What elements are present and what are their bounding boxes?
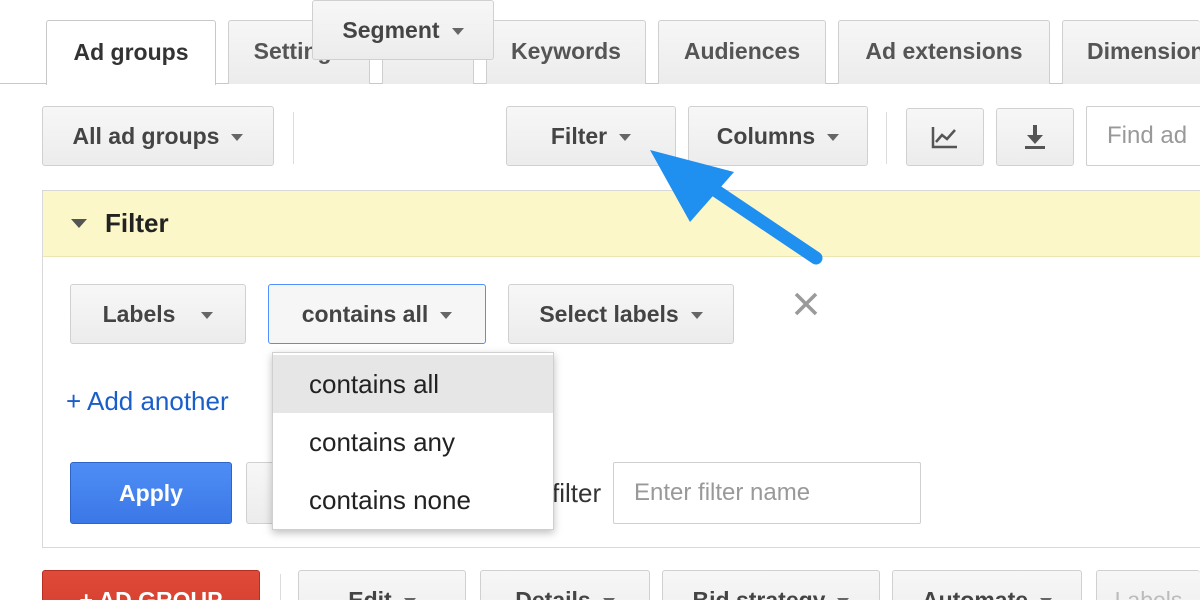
chevron-down-icon [619, 133, 632, 141]
chevron-down-icon [201, 311, 214, 319]
chevron-down-icon [451, 27, 464, 35]
select-labels-dropdown[interactable]: Select labels [508, 284, 734, 344]
save-filter-label: filter [552, 478, 602, 508]
automate-label: Automate [921, 586, 1029, 600]
filter-dropdown[interactable]: Filter [506, 106, 676, 166]
chevron-down-icon [440, 311, 453, 319]
add-ad-group-button[interactable]: + AD GROUP [42, 570, 260, 600]
filter-field-label: Labels [102, 300, 176, 327]
chevron-down-icon [690, 311, 703, 319]
filter-name-input[interactable]: Enter filter name [613, 462, 921, 524]
close-icon[interactable] [792, 290, 820, 318]
add-ad-group-label: + AD GROUP [79, 586, 223, 600]
details-label: Details [515, 586, 591, 600]
tab-dimensions[interactable]: Dimension [1062, 20, 1200, 84]
menu-item-contains-none[interactable]: contains none [273, 471, 553, 529]
search-input[interactable]: Find ad [1086, 106, 1200, 166]
details-dropdown[interactable]: Details [480, 570, 650, 600]
chevron-down-icon [231, 133, 244, 141]
segment-label: Segment [342, 16, 440, 43]
tab-ad-extensions[interactable]: Ad extensions [838, 20, 1050, 84]
edit-dropdown[interactable]: Edit [298, 570, 466, 600]
menu-item-contains-any[interactable]: contains any [273, 413, 553, 471]
filter-label: Filter [550, 122, 608, 149]
select-labels-label: Select labels [539, 300, 679, 327]
tab-bar: Ad groups Settings Ads Keywords Audience… [0, 0, 1200, 85]
filter-operator-dropdown[interactable]: contains all [268, 284, 486, 344]
line-chart-icon [931, 127, 957, 149]
collapse-triangle-icon[interactable] [71, 219, 87, 228]
all-ad-groups-dropdown[interactable]: All ad groups [42, 106, 274, 166]
toolbar-divider [280, 574, 281, 600]
chevron-down-icon [827, 133, 840, 141]
segment-dropdown[interactable]: Segment [312, 0, 494, 60]
automate-dropdown[interactable]: Automate [892, 570, 1082, 600]
download-button[interactable] [996, 108, 1074, 166]
tab-keywords[interactable]: Keywords [486, 20, 646, 84]
bid-strategy-label: Bid strategy [692, 586, 826, 600]
menu-item-contains-all[interactable]: contains all [273, 355, 553, 413]
bid-strategy-dropdown[interactable]: Bid strategy [662, 570, 880, 600]
tab-ad-groups[interactable]: Ad groups [46, 20, 216, 85]
filter-name-placeholder: Enter filter name [634, 479, 811, 506]
filter-operator-label: contains all [301, 300, 429, 327]
chart-toggle-button[interactable] [906, 108, 984, 166]
labels-dropdown[interactable]: Labels [1096, 570, 1200, 600]
search-placeholder: Find ad [1107, 122, 1188, 149]
filter-panel-header[interactable]: Filter [43, 191, 1200, 257]
tab-audiences[interactable]: Audiences [658, 20, 826, 84]
apply-button[interactable]: Apply [70, 462, 232, 524]
columns-label: Columns [716, 122, 816, 149]
add-another-link[interactable]: + Add another [66, 386, 229, 417]
all-ad-groups-label: All ad groups [72, 122, 220, 149]
filter-panel-title: Filter [105, 208, 169, 238]
columns-dropdown[interactable]: Columns [688, 106, 868, 166]
toolbar-divider [886, 112, 887, 164]
edit-label: Edit [348, 586, 392, 600]
labels-label: Labels [1114, 586, 1183, 600]
filter-field-dropdown[interactable]: Labels [70, 284, 246, 344]
download-icon [1025, 125, 1045, 149]
toolbar-divider [293, 112, 294, 164]
operator-menu: contains all contains any contains none [272, 352, 554, 530]
